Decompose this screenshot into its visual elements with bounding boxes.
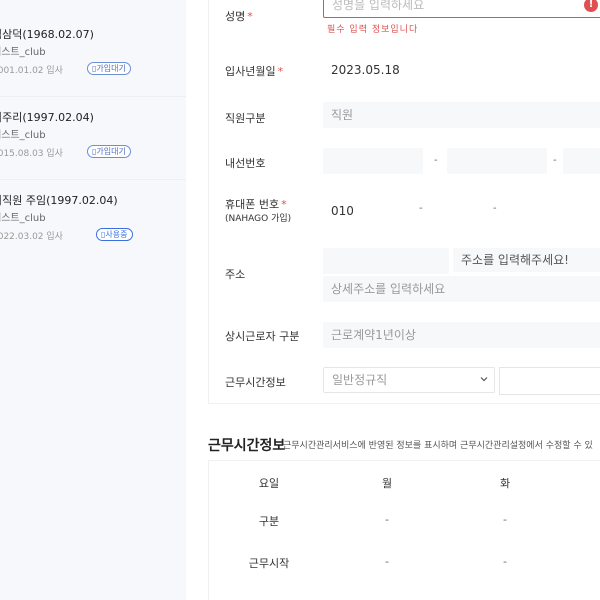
work-time-select[interactable]: 일반정규직 <box>323 367 495 393</box>
employee-join-date: 2022.03.02 입사 <box>0 232 63 242</box>
table-cell: - <box>503 555 507 568</box>
table-header: 화 <box>499 477 511 490</box>
employee-card[interactable]: 최직원 주임(1997.02.04) 테스트_club 2022.03.02 입… <box>0 192 186 272</box>
table-header: 월 <box>381 477 393 490</box>
employee-form: 성명 * 성명을 입력하세요 ! 필수 입력 정보입니다 입사년월일 * 2023.… <box>208 0 600 404</box>
employee-card[interactable]: 최주리(1997.02.04) 테스트_club 2015.08.03 입사 ▯… <box>0 109 186 189</box>
table-row-label: 구분 <box>258 515 280 528</box>
work-time-label: 근무시간정보 <box>225 376 286 389</box>
employee-join-date: 2001.01.02 입사 <box>0 66 63 76</box>
join-date-label: 입사년월일 * <box>225 65 284 78</box>
mobile-label: 휴대폰 번호 * <box>225 198 287 211</box>
extension-input-2[interactable] <box>447 148 547 174</box>
employee-type-input[interactable]: 직원 <box>323 102 600 128</box>
address-label: 주소 <box>225 268 246 281</box>
regular-worker-label: 상시근로자 구분 <box>225 330 300 343</box>
employee-name: 김삼덕(1968.02.07) <box>0 28 94 41</box>
divider <box>0 179 186 180</box>
mobile-middle-input[interactable] <box>429 198 499 224</box>
join-date-input[interactable]: 2023.05.18 <box>323 57 600 83</box>
error-icon: ! <box>584 0 598 12</box>
extension-input-3[interactable] <box>563 148 600 174</box>
mobile-separator: - <box>493 203 497 214</box>
name-error-message: 필수 입력 정보입니다 <box>327 25 419 35</box>
employee-join-date: 2015.08.03 입사 <box>0 149 63 159</box>
status-badge: ▯가입대기 <box>87 62 131 75</box>
zipcode-input[interactable] <box>323 248 449 274</box>
status-badge-label: 가입대기 <box>96 64 126 73</box>
mobile-last-input[interactable] <box>505 198 600 224</box>
employee-company: 테스트_club <box>0 130 46 141</box>
address-detail-input[interactable]: 상세주소를 입력하세요 <box>323 276 600 302</box>
schedule-description: 근무시간관리서비스에 반영된 정보를 표시하며 근무시간관리설정에서 수정할 수… <box>283 441 593 451</box>
table-cell: - <box>503 513 507 526</box>
employee-name: 최직원 주임(1997.02.04) <box>0 194 118 207</box>
table-cell: - <box>385 513 389 526</box>
extension-label: 내선번호 <box>225 157 266 170</box>
regular-worker-input[interactable]: 근로계약1년이상 <box>323 322 600 348</box>
extension-input-1[interactable] <box>323 148 423 174</box>
status-badge-label: 사용중 <box>105 230 128 239</box>
schedule-title: 근무시간정보 <box>208 438 286 454</box>
status-badge-label: 가입대기 <box>96 147 126 156</box>
employee-type-label: 직원구분 <box>225 112 266 125</box>
mobile-separator: - <box>419 203 423 214</box>
employee-list: 김삼덕(1968.02.07) 테스트_club 2001.01.02 입사 ▯… <box>0 0 186 600</box>
name-input[interactable]: 성명을 입력하세요 ! <box>323 0 600 18</box>
work-time-select-2[interactable] <box>499 367 600 395</box>
mobile-prefix-input[interactable]: 010 <box>323 198 403 224</box>
extension-separator: - <box>434 155 438 166</box>
table-cell: - <box>385 555 389 568</box>
employee-card[interactable]: 김삼덕(1968.02.07) 테스트_club 2001.01.02 입사 ▯… <box>0 26 186 106</box>
employee-name: 최주리(1997.02.04) <box>0 111 94 124</box>
employee-company: 테스트_club <box>0 47 46 58</box>
status-badge: ▯가입대기 <box>87 145 131 158</box>
table-header: 요일 <box>258 477 280 490</box>
divider <box>0 96 186 97</box>
table-row-label: 근무시작 <box>248 557 290 570</box>
extension-separator: - <box>553 155 557 166</box>
employee-company: 테스트_club <box>0 213 46 224</box>
mobile-sublabel: (NAHAGO 가입) <box>225 214 292 224</box>
schedule-table: 요일 월 화 구분 - - 근무시작 - - <box>208 460 600 600</box>
name-label: 성명 * <box>225 10 253 23</box>
chevron-down-icon <box>479 374 489 384</box>
address-search-button[interactable]: 주소를 입력해주세요! <box>453 248 600 272</box>
name-placeholder: 성명을 입력하세요 <box>332 0 425 12</box>
status-badge: ▯사용중 <box>96 228 133 241</box>
